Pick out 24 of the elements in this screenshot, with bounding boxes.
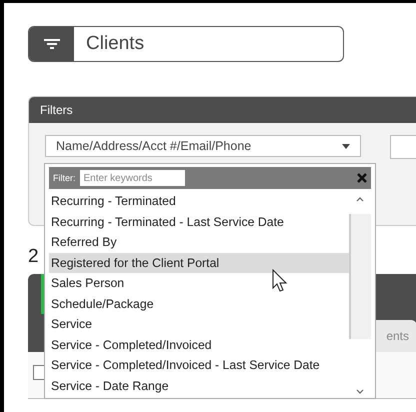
dropdown-item[interactable]: Service - Completed/Invoiced — [49, 334, 349, 355]
dropdown-item[interactable]: Service — [49, 314, 349, 334]
close-icon[interactable] — [357, 173, 367, 183]
dropdown-item[interactable]: Referred By — [49, 232, 349, 252]
dropdown-item[interactable]: Service - Completed/Invoiced - Last Service Date — [49, 355, 349, 376]
caret-icon — [342, 144, 350, 148]
input-field[interactable] — [390, 135, 416, 159]
dropdown-item[interactable]: Recurring - Terminated - Last Service Date — [49, 212, 349, 232]
cursor-icon — [272, 269, 288, 293]
filter-select[interactable]: Name/Address/Acct #/Email/Phone — [45, 135, 361, 157]
filter-label: Filter: — [53, 173, 76, 183]
dropdown-item[interactable]: Registered for the Client Portal — [49, 252, 349, 273]
count-text: 2 — [28, 246, 39, 268]
scroll-down-icon[interactable] — [356, 389, 364, 394]
dropdown-item[interactable]: Sales Person — [49, 273, 349, 294]
page-title: Clients — [85, 33, 144, 55]
dropdown-item[interactable]: Schedule/Package — [49, 294, 349, 314]
keyword-field[interactable]: Enter keywords — [80, 170, 184, 186]
filter-menu-button[interactable] — [29, 27, 74, 61]
dropdown-item[interactable]: Recurring - Terminated — [49, 191, 349, 212]
panel-title: Filters — [40, 103, 73, 117]
filter-icon — [44, 38, 60, 50]
scroll-up-icon[interactable] — [356, 197, 364, 202]
dropdown-item[interactable]: Service - Date Range — [49, 376, 349, 396]
